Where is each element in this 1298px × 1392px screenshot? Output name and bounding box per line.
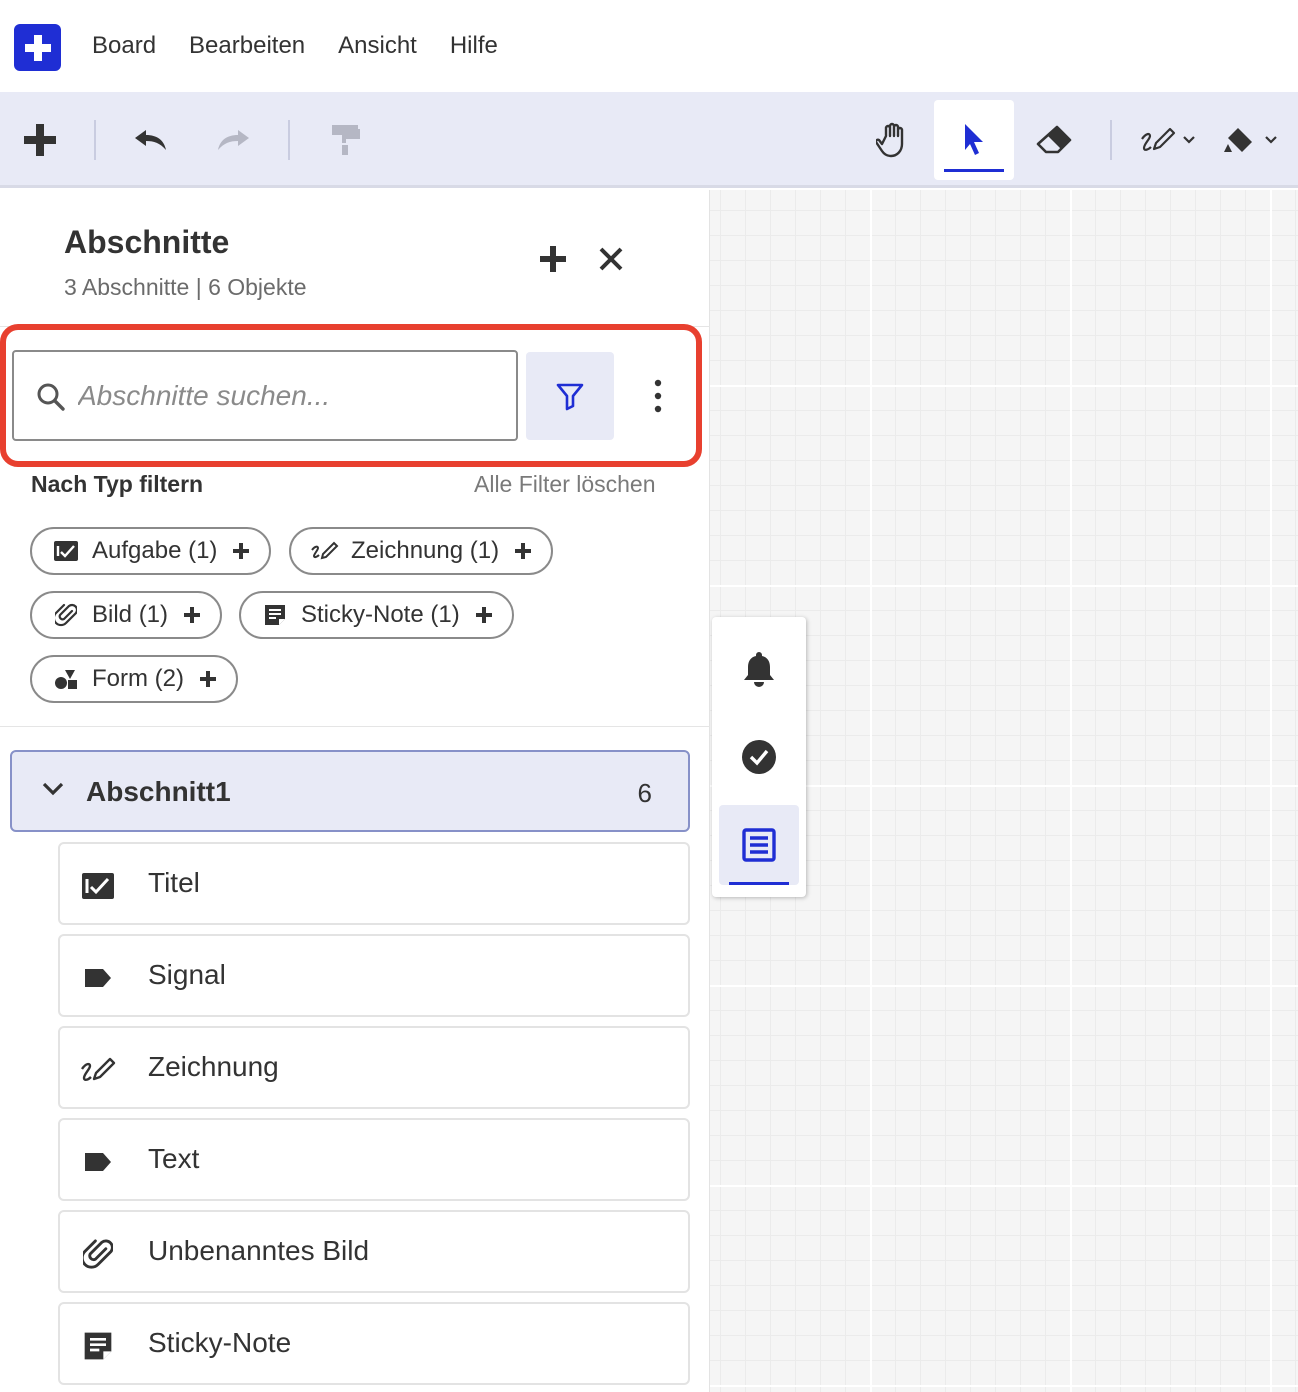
redo-icon	[218, 130, 249, 150]
toolbar-divider	[1110, 120, 1112, 160]
toolbar-divider	[94, 120, 96, 160]
sticky-note-icon	[78, 1326, 118, 1366]
close-panel-button[interactable]	[592, 240, 630, 278]
app-logo[interactable]	[14, 24, 61, 71]
active-indicator	[944, 169, 1004, 172]
chip-label: Zeichnung (1)	[351, 537, 500, 564]
fill-icon	[1224, 128, 1252, 152]
item-label: Sticky-Note	[148, 1327, 292, 1358]
check-circle-icon	[742, 740, 776, 774]
fill-tool-button[interactable]	[1208, 100, 1292, 180]
task-icon	[52, 537, 80, 565]
hand-tool-button[interactable]	[854, 100, 934, 180]
task-icon	[78, 866, 118, 906]
chip-shape[interactable]: Form (2)	[30, 655, 238, 703]
sections-button[interactable]	[719, 805, 799, 885]
chevron-down-icon	[42, 782, 64, 796]
drawing-icon	[78, 1050, 118, 1090]
format-painter-icon	[332, 125, 360, 155]
pen-tool-button[interactable]	[1128, 100, 1208, 180]
chip-drawing[interactable]: Zeichnung (1)	[289, 527, 554, 575]
filter-by-type-label: Nach Typ filtern	[31, 471, 204, 497]
menu-item-board[interactable]: Board	[92, 32, 156, 60]
paperclip-icon	[52, 601, 80, 629]
panel-subtitle: 3 Abschnitte | 6 Objekte	[64, 274, 307, 300]
list-item[interactable]: Zeichnung	[58, 1026, 690, 1109]
list-item[interactable]: Sticky-Note	[58, 1302, 690, 1385]
sticky-note-icon	[261, 601, 289, 629]
label-icon	[78, 958, 118, 998]
select-tool-button[interactable]	[934, 100, 1014, 180]
add-icon	[513, 541, 533, 561]
sections-panel: Abschnitte 3 Abschnitte | 6 Objekte Nach	[0, 190, 710, 1392]
notifications-button[interactable]	[719, 629, 799, 709]
highlight-annotation	[0, 324, 702, 467]
chevron-down-icon	[1265, 136, 1277, 144]
add-icon	[231, 541, 251, 561]
chip-image[interactable]: Bild (1)	[30, 591, 223, 639]
chip-label: Sticky-Note (1)	[301, 601, 460, 628]
side-toolbar	[712, 617, 806, 897]
bell-icon	[744, 652, 774, 687]
list-item[interactable]: Unbenanntes Bild	[58, 1210, 690, 1293]
item-label: Titel	[148, 867, 200, 898]
close-icon	[599, 247, 623, 271]
item-label: Unbenanntes Bild	[148, 1235, 370, 1266]
add-icon	[182, 605, 202, 625]
add-icon	[24, 124, 56, 156]
section-name: Abschnitt1	[86, 776, 231, 807]
list-item[interactable]: Titel	[58, 842, 690, 925]
pen-icon	[1141, 127, 1176, 151]
add-icon	[540, 246, 566, 272]
chip-sticky-note[interactable]: Sticky-Note (1)	[239, 591, 514, 639]
item-label: Zeichnung	[148, 1051, 279, 1082]
list-icon	[742, 828, 776, 862]
format-painter-button	[306, 100, 386, 180]
redo-button	[193, 100, 273, 180]
tasks-button[interactable]	[719, 717, 799, 797]
item-label: Signal	[148, 959, 226, 990]
menu-item-ansicht[interactable]: Ansicht	[338, 32, 417, 60]
toolbar-divider	[288, 120, 290, 160]
shapes-icon	[52, 665, 80, 693]
chip-task[interactable]: Aufgabe (1)	[30, 527, 272, 575]
drawing-icon	[311, 537, 339, 565]
app-logo-icon	[24, 34, 51, 61]
add-button[interactable]	[0, 100, 80, 180]
clear-filters-link[interactable]: Alle Filter löschen	[474, 471, 656, 498]
undo-icon	[135, 130, 166, 150]
menu-item-hilfe[interactable]: Hilfe	[450, 32, 498, 60]
menu-item-bearbeiten[interactable]: Bearbeiten	[189, 32, 305, 60]
active-indicator	[729, 882, 789, 885]
eraser-icon	[1036, 125, 1072, 154]
chip-label: Form (2)	[92, 665, 184, 692]
add-section-button[interactable]	[534, 240, 572, 278]
label-icon	[78, 1142, 118, 1182]
add-icon	[474, 605, 494, 625]
paperclip-icon	[78, 1234, 118, 1274]
panel-divider	[0, 726, 710, 727]
item-label: Text	[148, 1143, 200, 1174]
add-icon	[198, 669, 218, 689]
section-count: 6	[637, 778, 652, 808]
eraser-tool-button[interactable]	[1014, 100, 1094, 180]
section-header[interactable]: Abschnitt1 6	[10, 750, 690, 832]
list-item[interactable]: Text	[58, 1118, 690, 1201]
panel-title: Abschnitte	[64, 224, 230, 260]
pointer-icon	[965, 124, 983, 155]
undo-button[interactable]	[111, 100, 191, 180]
hand-icon	[876, 122, 904, 158]
menu-bar: Board Bearbeiten Ansicht Hilfe	[0, 0, 1298, 92]
chevron-down-icon	[1183, 136, 1195, 144]
chip-label: Bild (1)	[92, 601, 169, 628]
list-item[interactable]: Signal	[58, 934, 690, 1017]
chip-label: Aufgabe (1)	[92, 537, 218, 564]
menu-items: Board Bearbeiten Ansicht Hilfe	[92, 0, 531, 92]
toolbar	[0, 92, 1298, 188]
